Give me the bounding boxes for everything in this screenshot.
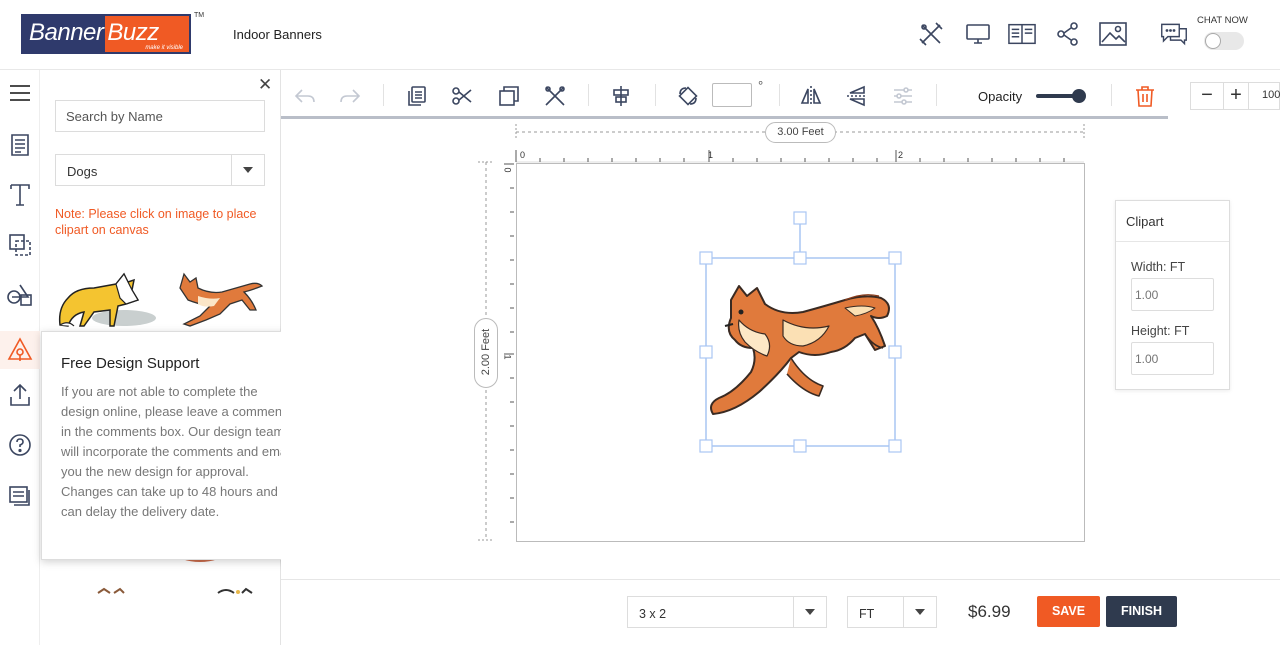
ruler-label-top: 2	[898, 150, 904, 160]
clipart-note: Note: Please click on image to place cli…	[55, 207, 257, 237]
text-icon[interactable]	[6, 181, 34, 209]
template-icon[interactable]	[6, 131, 34, 159]
chat-toggle-knob	[1205, 33, 1221, 49]
chat-icon[interactable]	[1160, 20, 1188, 48]
selected-clipart[interactable]	[695, 208, 907, 456]
zoom-out-button[interactable]: −	[1194, 82, 1220, 110]
finish-button[interactable]: FINISH	[1106, 596, 1177, 627]
delete-icon[interactable]	[1133, 84, 1157, 108]
help-icon[interactable]	[6, 431, 34, 459]
share-icon[interactable]	[1054, 20, 1082, 48]
chevron-down-icon	[231, 155, 264, 185]
comments-icon[interactable]	[6, 481, 34, 509]
left-rail	[0, 70, 40, 645]
adjustments-icon[interactable]	[891, 84, 915, 108]
chevron-down-icon	[793, 597, 826, 627]
logo-part1: Banner	[23, 16, 106, 52]
clipart-dimension-box: Clipart Width: FT Height: FT	[1115, 200, 1230, 390]
save-button[interactable]: SAVE	[1037, 596, 1100, 627]
copy-icon[interactable]	[405, 84, 429, 108]
upload-icon[interactable]	[6, 381, 34, 409]
align-center-icon[interactable]	[609, 84, 633, 108]
cut-icon[interactable]	[450, 84, 474, 108]
size-select[interactable]: 3 x 2	[627, 596, 827, 628]
header: Banner Buzz make it visible TM Indoor Ba…	[0, 0, 1280, 70]
bannerbuzz-logo[interactable]: Banner Buzz make it visible	[21, 14, 191, 54]
clipart-icon[interactable]	[0, 331, 40, 369]
ruler-label-left: 0	[502, 167, 513, 173]
width-field[interactable]	[1131, 278, 1214, 311]
unit-value: FT	[859, 607, 875, 621]
redo-icon[interactable]	[338, 84, 362, 108]
unit-select[interactable]: FT	[847, 596, 937, 628]
opacity-label: Opacity	[978, 89, 1023, 104]
canvas-height-text: 2.00 Feet	[480, 328, 492, 376]
zoom-value: 100	[1262, 89, 1280, 101]
chat-now-label: CHAT NOW	[1197, 15, 1248, 26]
toolbar-divider	[779, 84, 780, 106]
clipart-thumb-partial[interactable]	[216, 582, 256, 594]
clipart-thumb-fox[interactable]	[54, 270, 159, 338]
duplicate-icon[interactable]	[497, 84, 521, 108]
editor-toolbar	[281, 70, 1280, 120]
logo-trademark: TM	[194, 12, 205, 19]
ruler-label-top: 0	[520, 150, 526, 160]
toolbar-divider	[655, 84, 656, 106]
canvas-width-label: 3.00 Feet	[765, 122, 836, 143]
width-label: Width: FT	[1131, 260, 1186, 274]
flip-horizontal-icon[interactable]	[799, 84, 823, 108]
size-value: 3 x 2	[639, 607, 667, 621]
dimension-box-divider	[1116, 241, 1229, 242]
category-select[interactable]: Dogs	[55, 154, 265, 186]
ruler-label-top: 1	[708, 150, 714, 160]
toolbar-divider	[588, 84, 589, 106]
canvas-height-label: 2.00 Feet	[474, 318, 498, 388]
clipart-thumb-dingo[interactable]	[170, 270, 265, 332]
menu-icon[interactable]	[6, 79, 34, 107]
design-tools-icon[interactable]	[917, 20, 945, 48]
shapes-icon[interactable]	[6, 281, 34, 309]
zoom-in-button[interactable]: +	[1223, 82, 1249, 110]
toolbar-divider	[1111, 84, 1112, 106]
clipart-thumb-partial[interactable]	[96, 582, 126, 594]
ruler-label-left: 1	[502, 354, 513, 360]
dimension-box-title: Clipart	[1126, 214, 1164, 229]
rotation-input[interactable]	[712, 83, 752, 107]
flip-vertical-icon[interactable]	[845, 84, 869, 108]
chat-toggle[interactable]	[1204, 32, 1244, 50]
opacity-slider-knob[interactable]	[1072, 89, 1086, 103]
search-input[interactable]	[55, 100, 265, 132]
design-support-popup: × Free Design Support If you are not abl…	[41, 331, 310, 560]
rotate-icon[interactable]	[676, 84, 700, 108]
toolbar-divider	[936, 84, 937, 106]
height-field[interactable]	[1131, 342, 1214, 375]
support-title: Free Design Support	[61, 355, 200, 372]
category-value: Dogs	[67, 164, 98, 179]
toolbar-divider	[383, 84, 384, 106]
panel-close-icon[interactable]: ✕	[258, 75, 272, 95]
preview-monitor-icon[interactable]	[964, 20, 992, 48]
price: $6.99	[968, 602, 1011, 621]
layers-icon[interactable]	[6, 231, 34, 259]
undo-icon[interactable]	[293, 84, 317, 108]
degree-symbol: °	[758, 78, 764, 93]
product-name: Indoor Banners	[233, 27, 322, 42]
support-body: If you are not able to complete the desi…	[61, 384, 293, 519]
templates-book-icon[interactable]	[1008, 20, 1036, 48]
height-label: Height: FT	[1131, 324, 1190, 338]
image-upload-icon[interactable]	[1099, 20, 1127, 48]
crop-icon[interactable]	[543, 84, 567, 108]
logo-tagline: make it visible	[145, 45, 183, 51]
chevron-down-icon	[903, 597, 936, 627]
